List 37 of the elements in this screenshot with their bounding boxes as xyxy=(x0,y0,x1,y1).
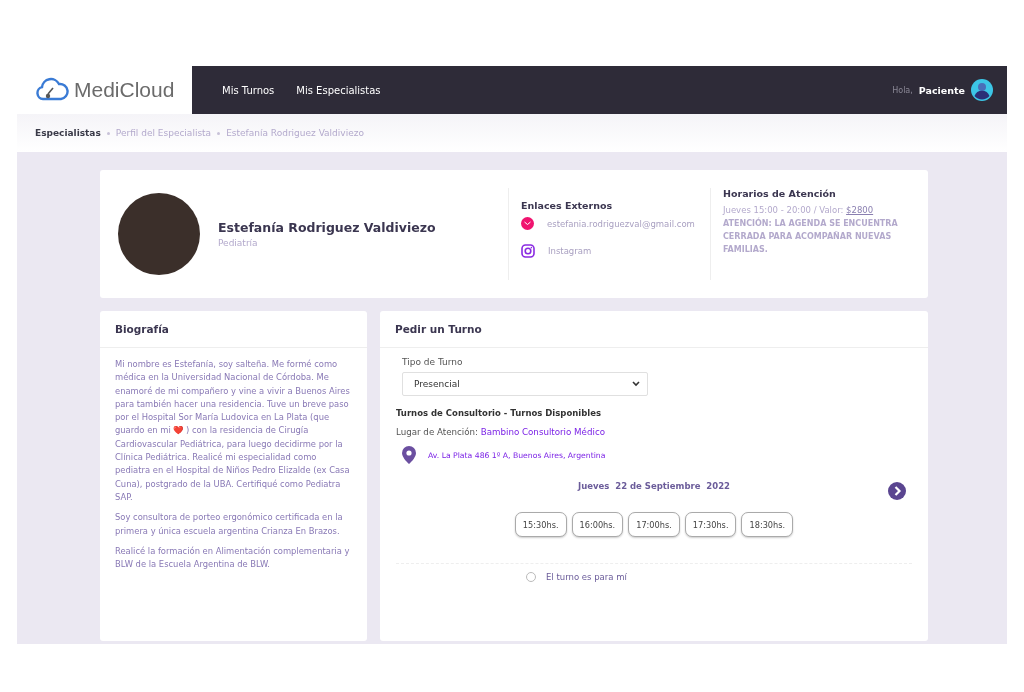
time-slot-button[interactable]: 16:00hs. xyxy=(571,512,624,537)
field-label: Tipo de Turno xyxy=(402,357,464,367)
hours-text: Jueves 15:00 - 20:00 / Valor: $2800 xyxy=(723,205,875,215)
bio-paragraph: Soy consultora de porteo ergonómico certificada en la primera y única escuela argentina Crianza En Brazos. xyxy=(115,511,344,538)
chevron-down-icon xyxy=(632,381,640,387)
instagram-icon xyxy=(521,244,535,258)
card-title: Pedir un Turno xyxy=(380,311,928,348)
time-slot-button[interactable]: 17:00hs. xyxy=(628,512,680,537)
breadcrumb-link[interactable]: Especialistas xyxy=(35,128,101,138)
avatar-icon[interactable] xyxy=(971,79,993,101)
place-link[interactable]: Bambino Consultorio Médico xyxy=(480,427,605,437)
place-label: Lugar de Atención: xyxy=(396,427,479,437)
links-title: Enlaces Externos xyxy=(521,200,614,211)
time-slot-button[interactable]: 15:30hs. xyxy=(514,512,567,537)
card-title: Biografía xyxy=(100,311,367,348)
nav-link[interactable]: Mis Especialistas xyxy=(296,84,381,96)
doctor-name: Estefanía Rodriguez Valdiviezo xyxy=(218,220,437,235)
separator-dot-icon xyxy=(106,131,110,135)
map-pin-icon xyxy=(402,446,416,464)
notice-text: ATENCIÓN: LA AGENDA SE ENCUENTRA CERRADA PARA ACOMPAÑAR NUEVAS FAMILIAS. xyxy=(723,217,899,256)
type-select[interactable]: Presencial xyxy=(402,372,648,396)
separator-dot-icon xyxy=(217,131,221,135)
email-icon xyxy=(521,217,534,230)
section-title: Turnos de Consultorio - Turnos Disponibles xyxy=(396,408,603,418)
brand-name: MediCloud xyxy=(74,78,175,102)
time-slot-button[interactable]: 18:30hs. xyxy=(741,512,794,537)
hours-title: Horarios de Atención xyxy=(723,188,837,199)
nav-link[interactable]: Mis Turnos xyxy=(222,84,275,96)
greeting: Hola, xyxy=(892,85,913,95)
date-label: Jueves 22 de Septiembre 2022 xyxy=(577,481,730,491)
radio-label: El turno es para mí xyxy=(546,572,627,582)
bio-paragraph: Mi nombre es Estefanía, soy salteña. Me formé como médica en la Universidad Nacional de Córdoba. Me enamoré de mi compañero y vine a vivir a Buenos Aires para también hacer una residencia. Tuve un breve paso por el Hospital Sor María Ludovica en La Plata (que guardo en mi ❤ ) con la residencia de Cirugía Cardiovascular Pediátrica, para luego decidirme por la Clínica Pediátrica. Realicé mi especialidad como pediatra en el Hospital de Niños Pedro Elizalde (ex Casa Cuna), postgrado de la UBA. Certifiqué como Pediatra SAP. xyxy=(115,358,351,504)
bio-paragraph: Realicé la formación en Alimentación complementaria y BLW de la Escuela Argentina de BLW. xyxy=(115,544,351,572)
time-slot-button[interactable]: 17:30hs. xyxy=(684,512,737,537)
specialty: Pediatría xyxy=(218,238,259,248)
cloud-stethoscope-icon xyxy=(35,77,69,103)
user-name[interactable]: Paciente xyxy=(918,84,965,96)
